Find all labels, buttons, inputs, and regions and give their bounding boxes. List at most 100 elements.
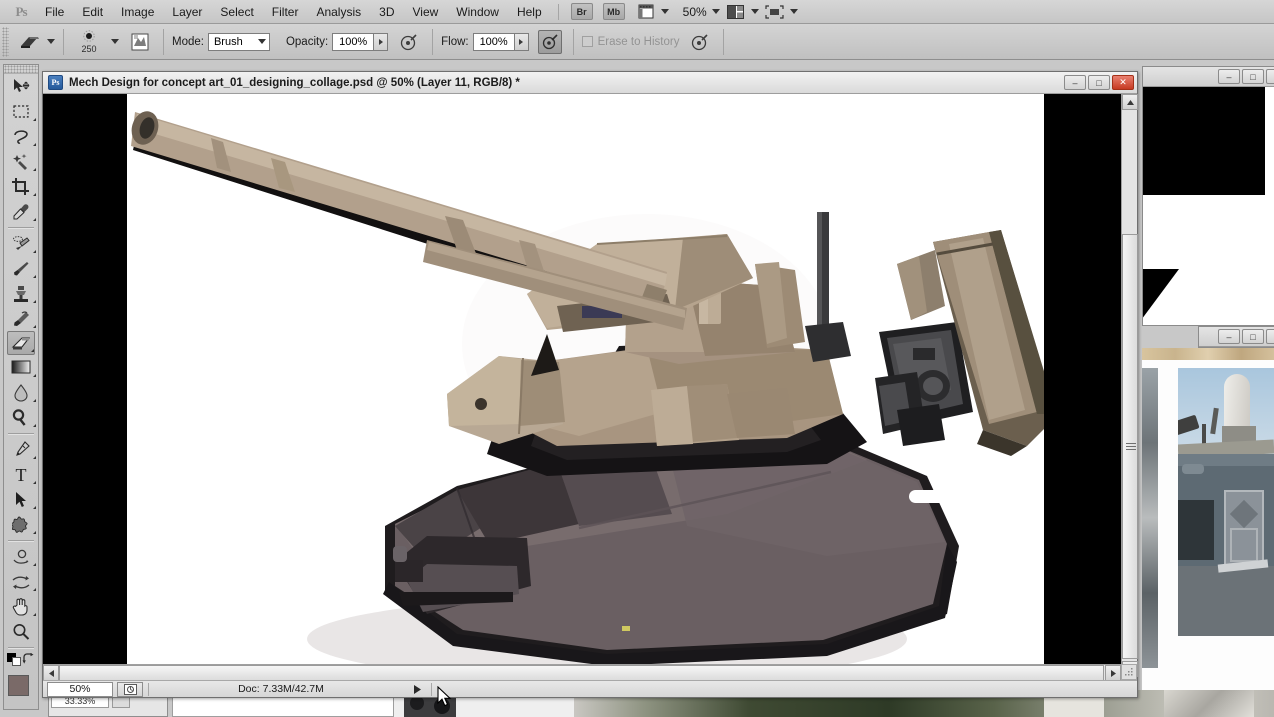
opacity-slider-button[interactable]	[374, 32, 389, 51]
view-extras-icon[interactable]	[636, 3, 656, 21]
document-maximize-button[interactable]: □	[1088, 75, 1110, 90]
menu-help[interactable]: Help	[508, 2, 551, 22]
flow-control[interactable]: 100%	[472, 32, 529, 51]
status-preview-icon[interactable]	[117, 681, 143, 697]
options-bar-grip[interactable]	[2, 26, 9, 57]
document-window[interactable]: Ps Mech Design for concept art_01_design…	[42, 71, 1138, 698]
scroll-right-arrow[interactable]	[1105, 665, 1121, 681]
hand-tool[interactable]	[4, 594, 38, 619]
toggle-brush-panel-icon[interactable]	[125, 29, 155, 55]
gradient-tool[interactable]	[4, 355, 38, 380]
brush-preset-chevron-down-icon[interactable]	[111, 39, 119, 44]
document-zoom-field[interactable]: 50%	[47, 681, 113, 697]
screen-mode-chevron-down-icon[interactable]	[789, 9, 798, 14]
document-minimize-button[interactable]: –	[1064, 75, 1086, 90]
dodge-tool[interactable]	[4, 405, 38, 430]
horizontal-type-tool[interactable]: T	[4, 462, 38, 487]
opacity-control[interactable]: 100%	[332, 32, 389, 51]
menu-file[interactable]: File	[36, 2, 73, 22]
erase-to-history-box[interactable]	[581, 36, 593, 47]
canvas-horizontal-scrollbar[interactable]	[43, 664, 1121, 681]
close-button[interactable]: Σ	[1266, 329, 1274, 344]
airbrush-icon[interactable]	[537, 29, 562, 54]
background-window-titlebar-2[interactable]: – □ Σ	[1199, 327, 1274, 347]
default-colors-icon[interactable]	[7, 652, 22, 666]
3d-object-rotate-tool[interactable]	[4, 544, 38, 569]
tool-preset-chevron-down-icon[interactable]	[47, 39, 55, 44]
canvas-viewport[interactable]	[43, 94, 1137, 677]
airbrush-toggle-button[interactable]	[535, 29, 565, 55]
document-titlebar[interactable]: Ps Mech Design for concept art_01_design…	[43, 72, 1137, 94]
zoom-chevron-down-icon[interactable]	[711, 9, 720, 14]
maximize-button[interactable]: □	[1242, 69, 1264, 84]
menu-filter[interactable]: Filter	[263, 2, 308, 22]
flow-input[interactable]: 100%	[472, 32, 515, 51]
minimize-button[interactable]: –	[1218, 69, 1240, 84]
arrange-documents-icon[interactable]	[726, 3, 746, 21]
tool-flyout-triangle[interactable]	[30, 399, 36, 402]
swap-colors-icon[interactable]	[22, 653, 35, 665]
path-selection-tool[interactable]	[4, 487, 38, 512]
status-flyout-arrow[interactable]	[408, 684, 426, 694]
tool-flyout-triangle[interactable]	[30, 325, 36, 328]
tool-flyout-triangle[interactable]	[30, 218, 36, 221]
menu-view[interactable]: View	[403, 2, 447, 22]
history-brush-tool[interactable]	[4, 306, 38, 331]
tool-flyout-triangle[interactable]	[30, 531, 36, 534]
launch-mini-bridge-button[interactable]: Mb	[602, 3, 625, 20]
menu-edit[interactable]: Edit	[73, 2, 112, 22]
tool-flyout-triangle[interactable]	[30, 456, 36, 459]
scroll-up-arrow[interactable]	[1122, 94, 1138, 110]
tool-flyout-triangle[interactable]	[30, 118, 36, 121]
arrange-chevron-down-icon[interactable]	[750, 9, 759, 14]
toolbox-grip[interactable]	[4, 65, 38, 74]
tool-flyout-triangle[interactable]	[30, 613, 36, 616]
background-window-top-right[interactable]: – □ ✕	[1142, 66, 1274, 326]
tablet-pressure-opacity-icon[interactable]	[394, 29, 424, 55]
lasso-tool[interactable]	[4, 124, 38, 149]
tablet-pressure-size-icon[interactable]	[685, 29, 715, 55]
maximize-button[interactable]: □	[1242, 329, 1264, 344]
vertical-scroll-thumb[interactable]	[1122, 234, 1138, 659]
scroll-left-arrow[interactable]	[43, 665, 59, 681]
background-window-titlebar-1[interactable]: – □ ✕	[1143, 67, 1274, 87]
rectangular-marquee-tool[interactable]	[4, 99, 38, 124]
flow-slider-button[interactable]	[514, 32, 529, 51]
tool-flyout-triangle[interactable]	[30, 374, 36, 377]
canvas-artboard[interactable]	[127, 94, 1044, 677]
background-window-mid-right[interactable]: – □ Σ	[1198, 326, 1274, 348]
tool-flyout-triangle[interactable]	[30, 250, 36, 253]
menu-image[interactable]: Image	[112, 2, 163, 22]
erase-to-history-checkbox[interactable]: Erase to History	[581, 36, 679, 48]
blur-tool[interactable]	[4, 380, 38, 405]
3d-camera-rotate-tool[interactable]	[4, 569, 38, 594]
close-button[interactable]: ✕	[1266, 69, 1274, 84]
screen-mode-icon[interactable]	[765, 3, 785, 21]
menu-window[interactable]: Window	[447, 2, 508, 22]
pen-tool[interactable]	[4, 437, 38, 462]
tool-flyout-triangle[interactable]	[30, 424, 36, 427]
tool-flyout-triangle[interactable]	[30, 193, 36, 196]
tool-flyout-triangle[interactable]	[30, 275, 36, 278]
move-tool[interactable]	[4, 74, 38, 99]
crop-tool[interactable]	[4, 174, 38, 199]
eraser-tool[interactable]	[7, 331, 35, 355]
document-close-button[interactable]: ✕	[1112, 75, 1134, 90]
foreground-color-swatch[interactable]	[8, 675, 29, 696]
mode-select[interactable]: Brush	[207, 32, 270, 51]
tool-flyout-triangle[interactable]	[30, 300, 36, 303]
menu-3d[interactable]: 3D	[370, 2, 403, 22]
brush-preset-picker-icon[interactable]: 250	[72, 29, 106, 54]
tool-flyout-triangle[interactable]	[28, 349, 34, 352]
tool-flyout-triangle[interactable]	[30, 168, 36, 171]
custom-shape-tool[interactable]	[4, 512, 38, 537]
tool-flyout-triangle[interactable]	[30, 506, 36, 509]
tool-flyout-triangle[interactable]	[30, 588, 36, 591]
view-extras-chevron-down-icon[interactable]	[660, 9, 669, 14]
opacity-input[interactable]: 100%	[332, 32, 375, 51]
tool-flyout-triangle[interactable]	[30, 481, 36, 484]
scrollbar-corner-resize[interactable]	[1121, 664, 1137, 680]
menu-select[interactable]: Select	[211, 2, 262, 22]
mode-chevron-down-icon[interactable]	[257, 39, 266, 44]
spot-healing-brush-tool[interactable]	[4, 231, 38, 256]
